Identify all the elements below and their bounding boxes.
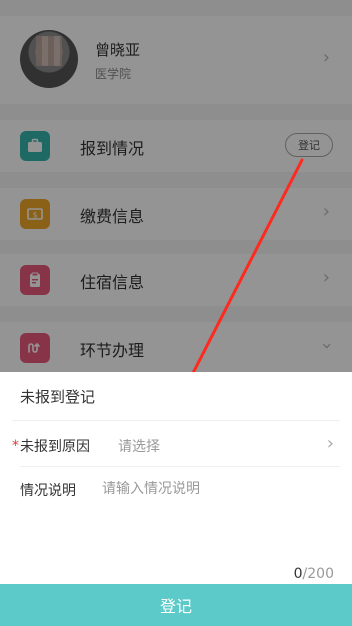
submit-register-button[interactable]: 登记 [0, 584, 352, 626]
reason-select[interactable]: 请选择 [118, 436, 160, 456]
description-input[interactable] [102, 478, 332, 558]
modal-mask[interactable] [0, 0, 352, 372]
register-bottom-sheet: 未报到登记 * 未报到原因 请选择 › 情况说明 0/200 登记 [0, 372, 352, 626]
character-counter: 0/200 [294, 566, 334, 582]
reason-label: 未报到原因 [20, 439, 90, 455]
sheet-title: 未报到登记 [20, 388, 96, 406]
counter-max: /200 [302, 566, 334, 582]
chevron-right-icon[interactable]: › [327, 433, 334, 454]
required-mark: * [12, 438, 19, 454]
description-label: 情况说明 [20, 483, 76, 499]
divider [12, 420, 340, 421]
divider [20, 466, 340, 467]
counter-current: 0 [293, 566, 303, 582]
